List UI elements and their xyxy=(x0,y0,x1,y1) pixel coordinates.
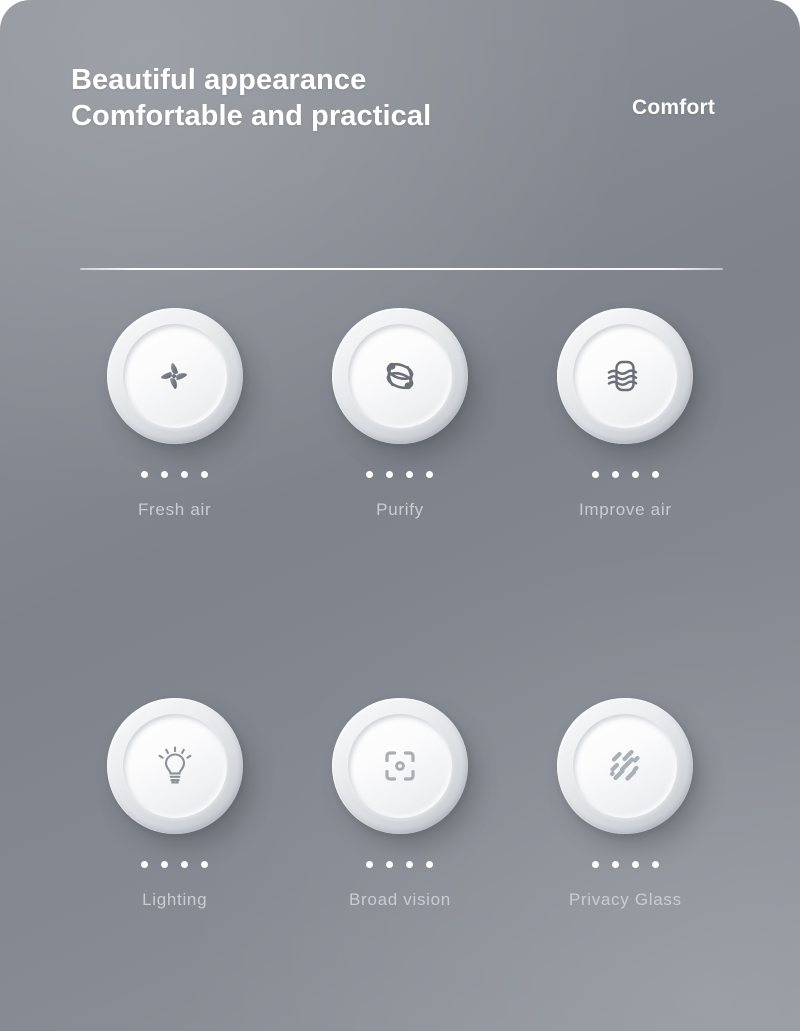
feature-label: Purify xyxy=(376,500,424,519)
dot xyxy=(161,471,169,478)
airflow-icon xyxy=(598,349,652,403)
panel-header: Beautiful appearance Comfortable and prac… xyxy=(0,0,800,160)
viewfinder-icon xyxy=(374,740,426,792)
feature-dots xyxy=(366,861,434,868)
dot xyxy=(651,861,659,868)
feature-dots xyxy=(141,861,209,868)
feature-button-face xyxy=(347,714,452,818)
feature-panel: Beautiful appearance Comfortable and prac… xyxy=(0,0,800,1031)
feature-item-purify[interactable]: Purify xyxy=(287,308,512,520)
dot xyxy=(141,861,149,868)
dot xyxy=(366,471,374,478)
dot xyxy=(366,861,374,868)
feature-label: Lighting xyxy=(142,890,208,909)
feature-item-improve-air[interactable]: Improve air xyxy=(513,308,738,520)
feature-button-face xyxy=(573,324,678,428)
rain-streaks-icon xyxy=(599,740,651,792)
feature-label: Broad vision xyxy=(349,890,451,909)
feature-grid: Fresh air Purify Improve air Lighting Br… xyxy=(62,308,738,910)
headline-line-1: Beautiful appearance xyxy=(71,64,367,96)
feature-button-fresh-air[interactable] xyxy=(106,308,243,444)
feature-item-fresh-air[interactable]: Fresh air xyxy=(62,308,287,520)
dot xyxy=(631,471,639,478)
dot xyxy=(651,471,659,478)
feature-label: Fresh air xyxy=(137,500,212,519)
dot xyxy=(591,861,599,868)
dot xyxy=(611,471,619,478)
feature-button-purify[interactable] xyxy=(331,308,468,444)
dot xyxy=(631,861,639,868)
feature-dots xyxy=(366,471,434,478)
dot xyxy=(141,471,149,478)
feature-dots xyxy=(591,861,659,868)
feature-button-lighting[interactable] xyxy=(106,698,243,834)
feature-label: Improve air xyxy=(578,500,672,519)
feature-button-face xyxy=(122,714,227,818)
dot xyxy=(406,471,414,478)
feature-button-privacy-glass[interactable] xyxy=(557,698,694,834)
dot xyxy=(426,471,434,478)
dot xyxy=(161,861,169,868)
feature-item-privacy-glass[interactable]: Privacy Glass xyxy=(513,698,738,910)
fan-icon xyxy=(148,349,202,403)
dot xyxy=(426,861,434,868)
lightbulb-icon xyxy=(148,739,202,793)
feature-button-face xyxy=(573,714,678,818)
dot xyxy=(181,471,189,478)
ion-purify-icon xyxy=(374,350,426,402)
feature-button-improve-air[interactable] xyxy=(557,308,694,444)
dot xyxy=(591,471,599,478)
feature-button-face xyxy=(122,324,227,428)
page-title: Beautiful appearance Comfortable and prac… xyxy=(71,62,431,134)
dot xyxy=(386,471,394,478)
feature-button-face xyxy=(347,324,452,428)
dot xyxy=(386,861,394,868)
feature-button-broad-vision[interactable] xyxy=(331,698,468,834)
feature-dots xyxy=(591,471,659,478)
headline-line-2: Comfortable and practical xyxy=(71,100,432,132)
feature-item-broad-vision[interactable]: Broad vision xyxy=(287,698,512,910)
dot xyxy=(201,861,209,868)
dot xyxy=(201,471,209,478)
dot xyxy=(611,861,619,868)
dot xyxy=(406,861,414,868)
dot xyxy=(181,861,189,868)
feature-label: Privacy Glass xyxy=(568,890,682,909)
feature-item-lighting[interactable]: Lighting xyxy=(62,698,287,910)
section-kicker: Comfort xyxy=(632,96,716,119)
feature-dots xyxy=(141,471,209,478)
header-divider xyxy=(80,268,723,270)
